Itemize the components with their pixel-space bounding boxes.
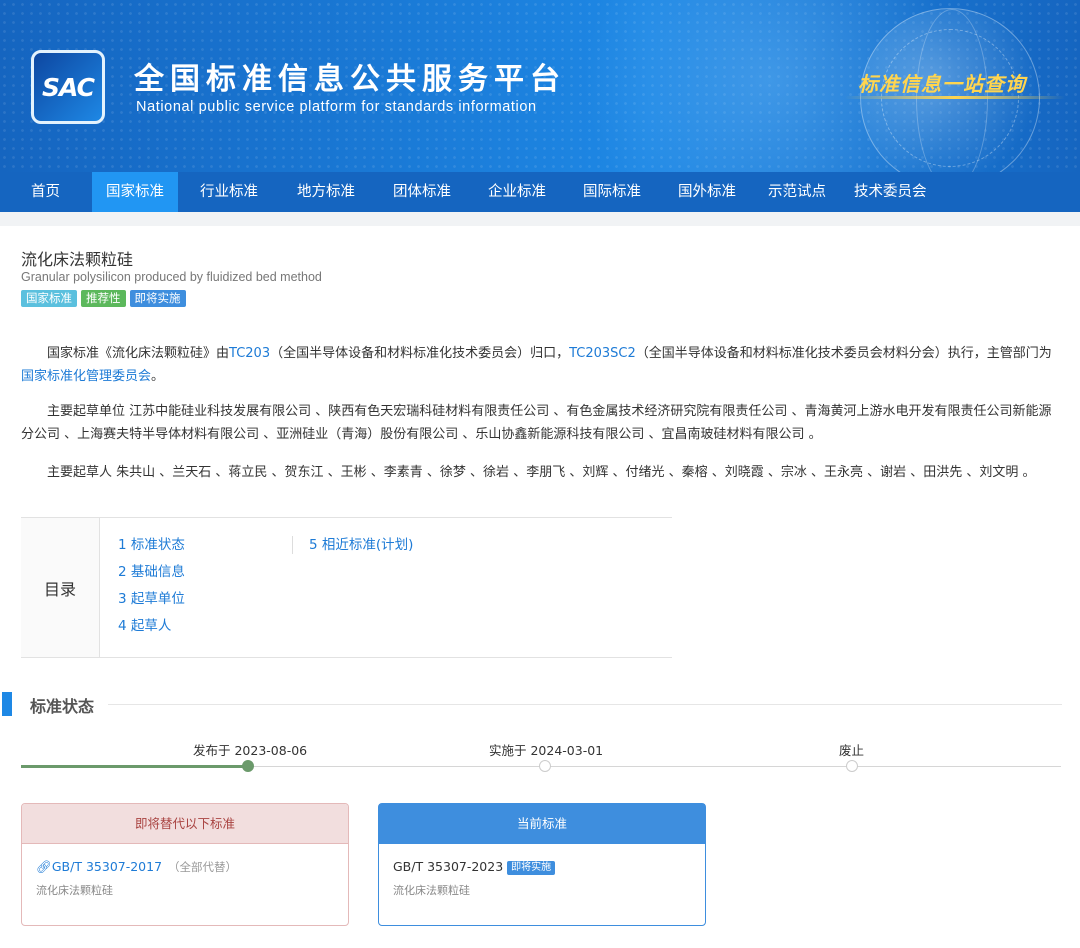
authority-link[interactable]: 国家标准化管理委员会: [21, 369, 151, 384]
toc-item-drafters[interactable]: 4 起草人: [118, 615, 185, 642]
slogan-underline: [845, 96, 1065, 99]
timeline-dot-effective: [539, 760, 551, 772]
current-standard-code: GB/T 35307-2023: [393, 859, 504, 874]
sac-logo[interactable]: SAC: [31, 50, 105, 124]
current-standard-row: GB/T 35307-2023 即将实施: [393, 859, 556, 875]
toc-column-2: 5 相近标准(计划): [309, 534, 413, 561]
standard-title-en: Granular polysilicon produced by fluidiz…: [21, 270, 322, 284]
nav-item-foreign[interactable]: 国外标准: [660, 172, 754, 212]
nav-item-enterprise[interactable]: 企业标准: [470, 172, 564, 212]
standard-detail-card: 流化床法颗粒硅 Granular polysilicon produced by…: [0, 226, 1080, 948]
drafting-units: 主要起草单位 江苏中能硅业科技发展有限公司 、陕西有色天宏瑞科硅材料有限责任公司…: [21, 404, 1052, 442]
replaced-standard-name: 流化床法颗粒硅: [36, 884, 113, 897]
toc-item-status[interactable]: 1 标准状态: [118, 534, 185, 561]
tag-national: 国家标准: [21, 290, 77, 307]
nav-item-pilot[interactable]: 示范试点: [754, 172, 840, 212]
replaced-box-header: 即将替代以下标准: [22, 804, 348, 844]
toc-column-1: 1 标准状态 2 基础信息 3 起草单位 4 起草人: [118, 534, 185, 642]
current-box-header: 当前标准: [379, 804, 705, 844]
standard-title: 流化床法颗粒硅: [21, 250, 134, 269]
section-accent-bar: [2, 692, 12, 716]
section-divider: [108, 704, 1062, 705]
current-standard-box: 当前标准 GB/T 35307-2023 即将实施 流化床法颗粒硅: [378, 803, 706, 926]
toc-item-similar[interactable]: 5 相近标准(计划): [309, 534, 413, 561]
site-subtitle: National public service platform for sta…: [136, 99, 537, 115]
nav-item-group[interactable]: 团体标准: [374, 172, 470, 212]
replaced-standard-row: 🔗︎GB/T 35307-2017 （全部代替）: [36, 859, 237, 875]
site-title: 全国标准信息公共服务平台: [134, 62, 566, 97]
timeline-label-abolished: 废止: [839, 743, 865, 758]
toc-item-drafting-units[interactable]: 3 起草单位: [118, 588, 185, 615]
header-banner: SAC 全国标准信息公共服务平台 National public service…: [0, 0, 1080, 172]
tag-recommended: 推荐性: [81, 290, 126, 307]
replaced-standard-link[interactable]: GB/T 35307-2017: [52, 859, 162, 874]
timeline-dot-published: [242, 760, 254, 772]
standard-tags: 国家标准 推荐性 即将实施: [21, 290, 186, 307]
slogan: 标准信息一站查询: [858, 72, 1026, 96]
tc203-link[interactable]: TC203: [229, 346, 270, 361]
tag-upcoming: 即将实施: [129, 290, 186, 307]
replace-note: （全部代替）: [168, 860, 238, 874]
replaced-standard-box: 即将替代以下标准 🔗︎GB/T 35307-2017 （全部代替） 流化床法颗粒硅: [21, 803, 349, 926]
timeline-progress: [21, 765, 248, 768]
timeline-dot-abolished: [846, 760, 858, 772]
main-nav: 首页 国家标准 行业标准 地方标准 团体标准 企业标准 国际标准 国外标准 示范…: [0, 172, 1080, 212]
nav-item-local[interactable]: 地方标准: [278, 172, 374, 212]
nav-item-committee[interactable]: 技术委员会: [840, 172, 941, 212]
tc203sc2-link[interactable]: TC203SC2: [569, 346, 636, 361]
toc-item-basic-info[interactable]: 2 基础信息: [118, 561, 185, 588]
nav-item-international[interactable]: 国际标准: [564, 172, 660, 212]
nav-item-home[interactable]: 首页: [0, 172, 92, 212]
current-standard-name: 流化床法颗粒硅: [393, 884, 470, 897]
table-of-contents: 目录 1 标准状态 2 基础信息 3 起草单位 4 起草人 5 相近标准(计划): [21, 517, 672, 658]
nav-item-industry[interactable]: 行业标准: [178, 172, 278, 212]
toc-separator: [292, 536, 293, 554]
link-icon: 🔗︎: [36, 859, 52, 874]
nav-item-national[interactable]: 国家标准: [92, 172, 178, 212]
drafters: 主要起草人 朱共山 、兰天石 、蒋立民 、贺东江 、王彬 、李素青 、徐梦 、徐…: [47, 465, 1036, 480]
toc-label: 目录: [21, 518, 100, 657]
timeline-label-published: 发布于 2023-08-06: [193, 743, 308, 758]
timeline-label-effective: 实施于 2024-03-01: [489, 743, 604, 758]
current-standard-badge: 即将实施: [507, 861, 556, 875]
intro-paragraph: 国家标准《流化床法颗粒硅》由TC203（全国半导体设备和材料标准化技术委员会）归…: [21, 346, 1052, 384]
section-title-status: 标准状态: [30, 697, 95, 716]
